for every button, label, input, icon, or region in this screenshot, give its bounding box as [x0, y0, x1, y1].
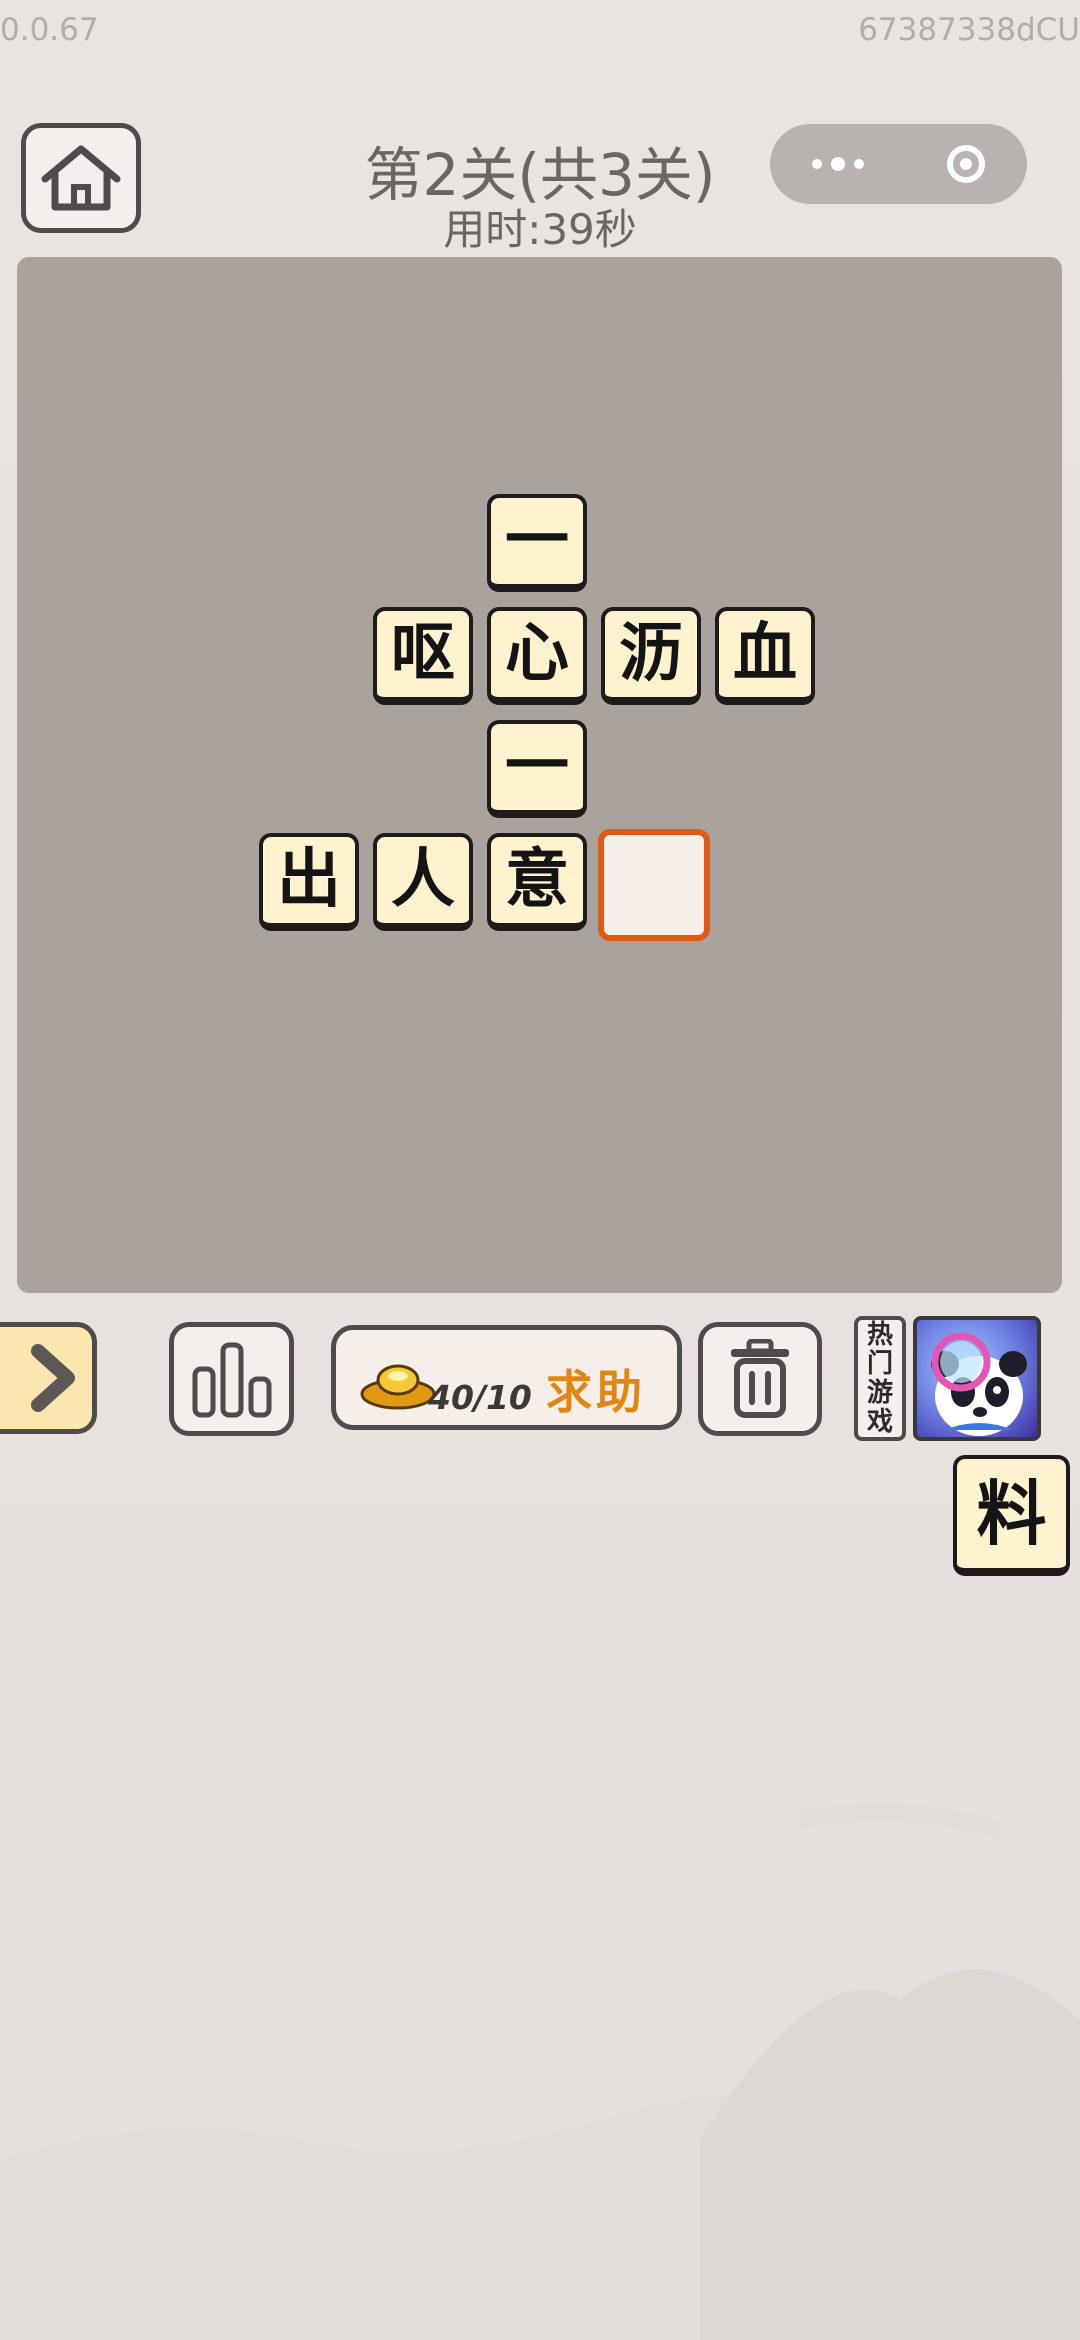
next-level-button[interactable] — [0, 1322, 97, 1434]
grid-tile[interactable]: 人 — [373, 833, 473, 931]
grid-tile[interactable]: 一 — [487, 494, 587, 592]
grid-tile[interactable]: 血 — [715, 607, 815, 705]
more-menu-icon[interactable] — [811, 157, 864, 171]
version-label: 0.0.67 — [0, 12, 99, 48]
candidate-tile[interactable]: 料 — [953, 1455, 1070, 1576]
miniprogram-capsule — [770, 124, 1027, 204]
help-label: 求助 — [546, 1365, 646, 1419]
chevron-right-icon — [30, 1344, 75, 1412]
gold-ingot-icon — [360, 1364, 436, 1410]
grid-tile[interactable]: 沥 — [601, 607, 701, 705]
bar-chart-icon — [192, 1342, 271, 1418]
hot-games-label[interactable]: 热 门 游 戏 — [854, 1316, 906, 1441]
grid-tile[interactable]: 一 — [487, 720, 587, 818]
ranking-button[interactable] — [169, 1322, 294, 1436]
hot-game-thumbnail[interactable] — [913, 1316, 1041, 1441]
grid-tile[interactable]: 呕 — [373, 607, 473, 705]
grid-tile[interactable]: 心 — [487, 607, 587, 705]
close-target-icon[interactable] — [947, 145, 986, 183]
panda-game-icon — [931, 1332, 1027, 1436]
gold-count: 40/10 — [428, 1378, 532, 1417]
grid-tile[interactable]: 意 — [487, 833, 587, 931]
grid-tile[interactable]: 出 — [259, 833, 359, 931]
help-button[interactable]: 40/10 求助 — [331, 1325, 682, 1430]
clear-button[interactable] — [698, 1322, 822, 1436]
background-mountains — [0, 1803, 1080, 2340]
elapsed-timer: 用时:39秒 — [443, 205, 637, 254]
device-id-label: 67387338dCU — [858, 12, 1080, 48]
trash-icon — [731, 1339, 789, 1418]
empty-answer-slot[interactable] — [598, 829, 710, 941]
